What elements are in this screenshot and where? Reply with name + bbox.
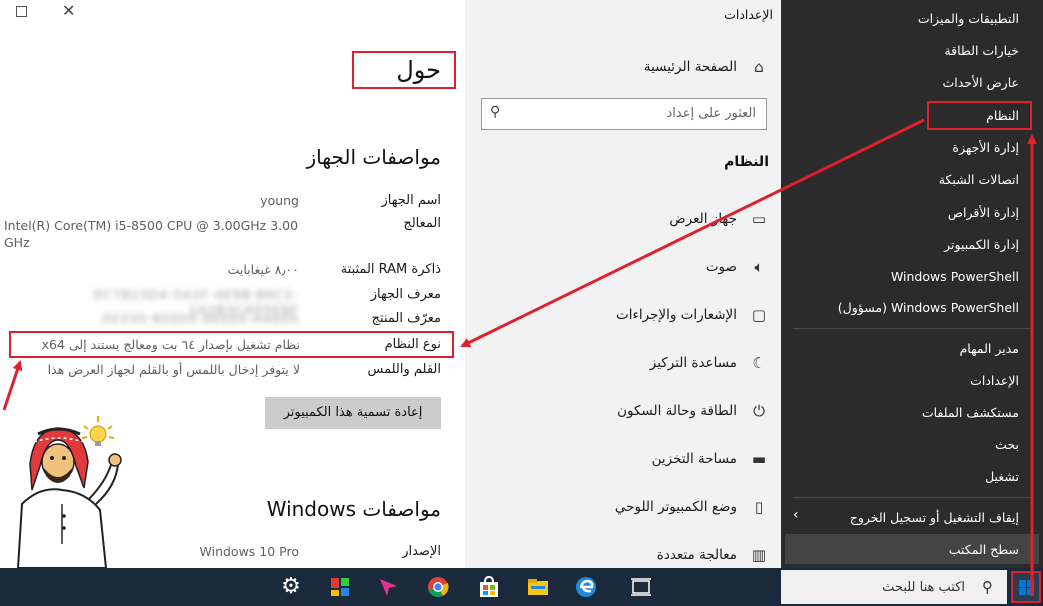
menu-item-apps[interactable]: التطبيقات والميزات [918,11,1019,26]
device-id-label: معرف الجهاز [370,287,441,302]
mascot-illustration [16,416,122,568]
search-icon: ⚲ [982,578,993,596]
menu-item-computer-management[interactable]: إدارة الكمبيوتر [944,237,1019,252]
menu-item-device-manager[interactable]: إدارة الأجهزة [952,140,1019,155]
nav-item-sound[interactable]: 🔈︎ صوت [465,248,785,288]
menu-item-disk-management[interactable]: إدارة الأقراص [948,205,1019,220]
window-title: الإعدادات [724,7,773,22]
menu-item-powershell[interactable]: Windows PowerShell [891,269,1019,284]
search-icon: ⚲ [490,104,501,120]
device-name-value: young [260,193,299,208]
gear-icon[interactable]: ⚙ [278,574,304,600]
menu-separator [793,328,1031,329]
task-view-icon[interactable] [628,574,654,600]
annotation-box-title [352,51,456,89]
close-icon[interactable]: ✕ [62,3,75,19]
nav-item-power[interactable]: ⏻ الطاقة وحالة السكون [465,392,785,432]
nav-home-label: الصفحة الرئيسية [643,59,737,75]
nav-item-notifications[interactable]: ▢ الإشعارات والإجراءات [465,296,785,336]
menu-item-desktop-label: سطح المكتب [948,542,1019,557]
nav-item-storage[interactable]: ▬ مساحة التخزين [465,440,785,480]
nav-item-label: الطاقة وحالة السكون [617,403,737,419]
pen-touch-value: لا يتوفر إدخال باللمس أو بالقلم لجهاز ال… [47,362,300,377]
settings-search-placeholder: العثور على إعداد [666,106,756,121]
nav-section-title: النظام [724,154,769,170]
menu-item-network[interactable]: اتصالات الشبكة [939,172,1019,187]
cursor-app-icon[interactable] [375,574,401,600]
product-id-value: 00330-80000-00000-AA000 [102,311,299,326]
pen-touch-label: القلم واللمس [367,362,441,377]
nav-item-label: وضع الكمبيوتر اللوحي [614,499,737,515]
nav-item-label: معالجة متعددة [656,547,737,563]
file-explorer-icon[interactable] [525,574,551,600]
nav-item-label: مساحة التخزين [651,451,737,467]
speaker-icon: 🔈︎ [754,258,764,276]
start-button[interactable] [1011,571,1041,603]
tablet-icon: ▯ [754,498,764,516]
storage-icon: ▬ [751,450,767,468]
display-icon: ▭ [751,210,767,228]
nav-item-label: مساعدة التركيز [649,355,737,371]
processor-value: Intel(R) Core(TM) i5-8500 CPU @ 3.00GHz … [4,218,299,250]
menu-item-shutdown[interactable]: ‹ إيقاف التشغيل أو تسجيل الخروج [781,502,1043,532]
menu-item-task-manager[interactable]: مدير المهام [960,341,1019,356]
device-name-label: اسم الجهاز [381,193,441,208]
processor-label: المعالج [403,216,441,231]
nav-item-label: الإشعارات والإجراءات [616,307,737,323]
taskbar-search-placeholder: اكتب هنا للبحث [882,580,965,595]
annotation-box-system-item [927,101,1032,130]
menu-item-run[interactable]: تشغيل [985,469,1019,484]
settings-nav: الإعدادات ⌂ الصفحة الرئيسية العثور على إ… [465,0,785,568]
home-icon: ⌂ [754,58,764,76]
menu-item-desktop[interactable]: سطح المكتب [785,534,1039,564]
taskbar: ⚲ اكتب هنا للبحث ⚙ [0,568,1043,606]
power-icon: ⏻ [753,402,765,420]
settings-search-input[interactable]: العثور على إعداد ⚲ [481,98,767,130]
moon-icon: ☾ [752,354,766,372]
menu-item-search[interactable]: بحث [995,437,1019,452]
windows-icon [1019,580,1034,595]
windows-specs-title: مواصفات Windows [266,497,441,521]
menu-item-file-explorer[interactable]: مستكشف الملفات [922,405,1019,420]
menu-item-settings[interactable]: الإعدادات [970,373,1019,388]
store-icon[interactable] [476,574,502,600]
annotation-box-system-type [9,331,454,358]
winx-menu: التطبيقات والميزات خيارات الطاقة عارض ال… [781,0,1043,568]
nav-item-focus-assist[interactable]: ☾ مساعدة التركيز [465,344,785,384]
menu-item-event-viewer[interactable]: عارض الأحداث [942,75,1019,90]
menu-item-power-options[interactable]: خيارات الطاقة [944,43,1019,58]
nav-item-label: جهاز العرض [669,211,737,227]
tiles-app-icon[interactable] [327,574,353,600]
nav-item-display[interactable]: ▭ جهاز العرض [465,200,785,240]
ram-value: ٨٫٠٠ غيغابايت [227,262,299,277]
edge-browser-icon[interactable] [573,574,599,600]
menu-item-shutdown-label: إيقاف التشغيل أو تسجيل الخروج [849,510,1019,525]
menu-separator [793,497,1031,498]
notification-icon: ▢ [751,306,767,324]
nav-item-tablet[interactable]: ▯ وضع الكمبيوتر اللوحي [465,488,785,528]
ram-label: ذاكرة RAM المثبتة [340,262,441,277]
nav-item-label: صوت [705,259,737,275]
chrome-icon[interactable] [425,574,451,600]
device-specs-title: مواصفات الجهاز [306,145,441,169]
rename-pc-button[interactable]: إعادة تسمية هذا الكمبيوتر [265,397,441,429]
edition-label: الإصدار [402,544,441,559]
nav-home[interactable]: ⌂ الصفحة الرئيسية [465,48,785,88]
taskbar-search-input[interactable]: ⚲ اكتب هنا للبحث [781,570,1007,604]
menu-item-powershell-admin[interactable]: Windows PowerShell (مسؤول) [838,300,1019,315]
product-id-label: معرّف المنتج [371,311,441,326]
multitasking-icon: ▥ [751,546,767,564]
restore-icon[interactable] [16,6,27,17]
chevron-left-icon: ‹ [793,507,799,523]
